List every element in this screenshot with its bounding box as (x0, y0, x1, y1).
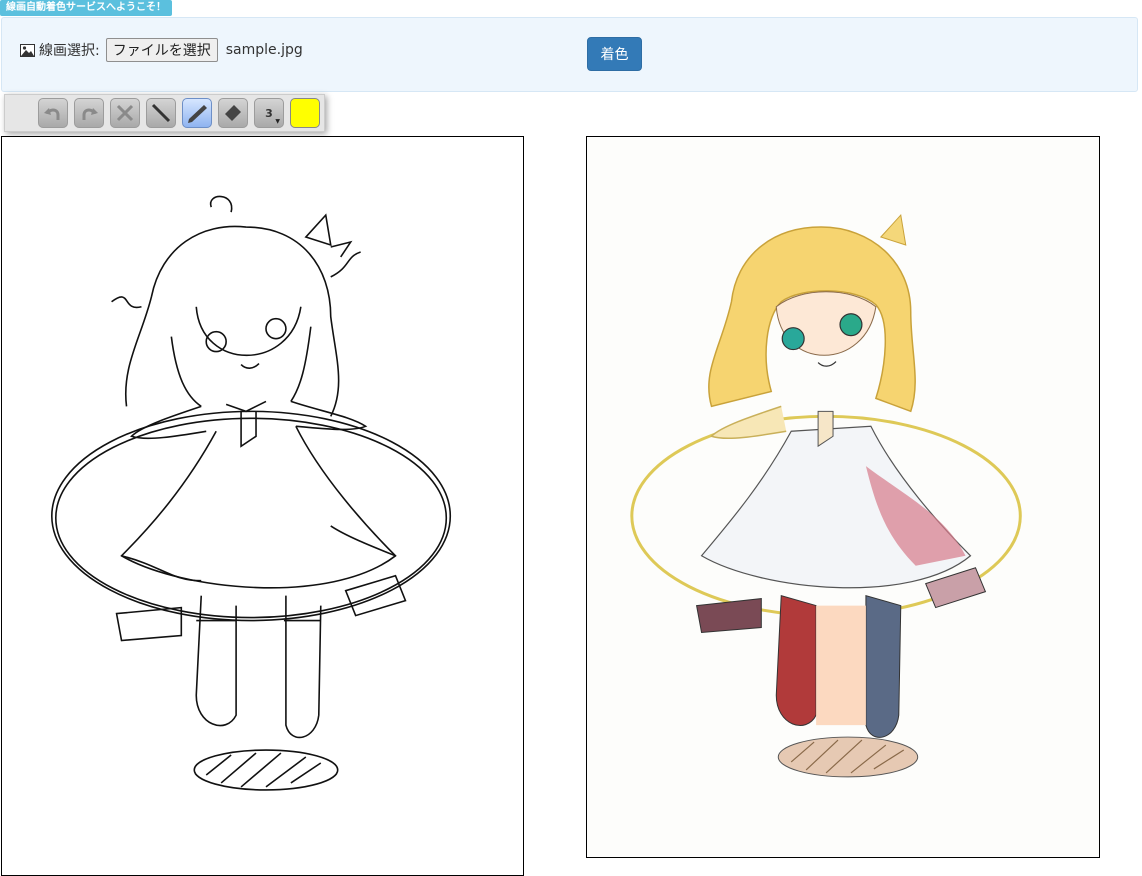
colorize-button[interactable]: 着色 (587, 37, 642, 71)
upload-panel: 線画選択: ファイルを選択 sample.jpg 着色 (1, 17, 1138, 92)
redo-button[interactable] (74, 98, 104, 128)
eraser-icon (225, 105, 241, 121)
color-swatch-button[interactable] (290, 98, 320, 128)
undo-button[interactable] (38, 98, 68, 128)
brush-size-value: 3 (265, 106, 273, 120)
line-tool-button[interactable] (146, 98, 176, 128)
clear-icon (116, 104, 134, 122)
line-art-canvas[interactable] (1, 136, 524, 876)
pen-tool-button[interactable] (182, 98, 212, 128)
undo-icon (44, 108, 60, 120)
brush-size-button[interactable]: 3 ▼ (254, 98, 284, 128)
line-art-image (51, 195, 452, 791)
redo-icon (82, 108, 98, 120)
colorized-image (587, 137, 1099, 857)
colorized-canvas (586, 136, 1100, 858)
picture-icon (20, 43, 35, 57)
welcome-badge: 線画自動着色サービスへようこそ！ (0, 0, 172, 16)
clear-button[interactable] (110, 98, 140, 128)
line-icon (151, 103, 171, 123)
pen-icon (188, 105, 207, 123)
choose-file-button[interactable]: ファイルを選択 (105, 38, 218, 62)
file-name: sample.jpg (225, 42, 303, 58)
eraser-tool-button[interactable] (218, 98, 248, 128)
file-select-row: 線画選択: ファイルを選択 sample.jpg (20, 38, 303, 62)
drawing-toolbar: 3 ▼ (4, 94, 325, 132)
line-art-label: 線画選択: (39, 43, 100, 59)
dropdown-arrow-icon: ▼ (275, 118, 280, 125)
